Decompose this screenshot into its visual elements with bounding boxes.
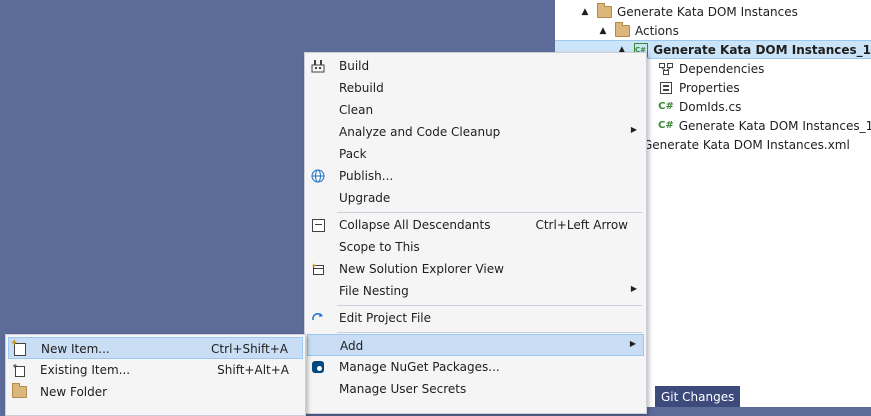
- menu-item-label: Upgrade: [339, 191, 391, 205]
- git-changes-tab[interactable]: Git Changes: [655, 386, 741, 407]
- menu-item-manage-nuget[interactable]: Manage NuGet Packages...: [307, 356, 644, 378]
- menu-item-upgrade[interactable]: Upgrade: [307, 187, 644, 209]
- tree-node-label: Generate Kata DOM Instances_1: [653, 42, 871, 57]
- menu-item-collapse-all[interactable]: Collapse All Descendants Ctrl+Left Arrow: [307, 214, 644, 236]
- tree-node-label: Dependencies: [679, 61, 765, 76]
- menu-item-label: Edit Project File: [339, 311, 432, 325]
- submenu-item-existing-item[interactable]: Existing Item... Shift+Alt+A: [8, 359, 303, 381]
- csharp-file-icon: C#: [658, 120, 674, 131]
- menu-item-edit-project-file[interactable]: Edit Project File: [307, 307, 644, 329]
- submenu-arrow-icon: ▶: [630, 125, 637, 134]
- menu-separator: [337, 305, 642, 306]
- new-folder-icon: [11, 383, 27, 400]
- menu-item-clean[interactable]: Clean: [307, 99, 644, 121]
- csharp-file-icon: C#: [658, 101, 674, 112]
- menu-item-label: File Nesting: [339, 284, 409, 298]
- menu-item-manage-user-secrets[interactable]: Manage User Secrets: [307, 378, 644, 400]
- context-menu: Build Rebuild Clean Analyze and Code Cle…: [304, 52, 647, 414]
- submenu-arrow-icon: ▶: [629, 339, 636, 348]
- menu-item-pack[interactable]: Pack: [307, 143, 644, 165]
- menu-item-label: Manage NuGet Packages...: [339, 360, 500, 374]
- expand-triangle-icon[interactable]: ▲: [580, 7, 590, 17]
- tree-node-label: DomIds.cs: [679, 99, 742, 114]
- menu-item-shortcut: Ctrl+Left Arrow: [535, 218, 628, 232]
- folder-icon: [614, 21, 630, 39]
- menu-item-label: New Folder: [40, 385, 108, 399]
- new-view-icon: ✦: [310, 261, 326, 277]
- submenu-item-new-folder[interactable]: New Folder: [8, 381, 303, 403]
- menu-item-label: Pack: [339, 147, 367, 161]
- submenu-arrow-icon: ▶: [630, 284, 637, 293]
- expand-triangle-icon[interactable]: ▲: [598, 26, 608, 36]
- menu-item-label: Analyze and Code Cleanup: [339, 125, 501, 139]
- menu-item-shortcut: Ctrl+Shift+A: [211, 342, 288, 356]
- menu-item-label: New Item...: [41, 342, 110, 356]
- tree-node-label: Actions: [635, 23, 679, 38]
- tree-node-actions-folder[interactable]: ▲ Actions: [555, 21, 871, 40]
- menu-item-rebuild[interactable]: Rebuild: [307, 77, 644, 99]
- menu-item-label: Add: [340, 339, 364, 353]
- new-item-icon: ✦: [10, 338, 28, 357]
- tree-node-generate-kata-dom-instances-folder[interactable]: ▲ Generate Kata DOM Instances: [555, 2, 871, 21]
- menu-item-publish[interactable]: Publish...: [307, 165, 644, 187]
- build-icon: [310, 58, 326, 74]
- folder-icon: [596, 2, 612, 20]
- tree-node-label: Properties: [679, 80, 740, 95]
- existing-item-icon: [11, 362, 27, 378]
- menu-item-label: Build: [339, 59, 370, 73]
- tree-node-label: Generate Kata DOM Instances_1.cs: [678, 118, 871, 133]
- menu-item-label: Clean: [339, 103, 374, 117]
- menu-item-scope-to-this[interactable]: Scope to This: [307, 236, 644, 258]
- menu-item-label: Existing Item...: [40, 363, 131, 377]
- menu-item-label: New Solution Explorer View: [339, 262, 504, 276]
- menu-separator: [337, 332, 642, 333]
- menu-item-shortcut: Shift+Alt+A: [217, 363, 289, 377]
- menu-item-analyze-code-cleanup[interactable]: Analyze and Code Cleanup ▶: [307, 121, 644, 143]
- menu-item-label: Publish...: [339, 169, 394, 183]
- menu-item-label: Collapse All Descendants: [339, 218, 491, 232]
- tree-node-label: Generate Kata DOM Instances.xml: [643, 137, 850, 152]
- edit-project-icon: [310, 310, 326, 326]
- dependencies-icon: [658, 61, 674, 77]
- menu-item-label: Manage User Secrets: [339, 382, 467, 396]
- tree-node-label: Generate Kata DOM Instances: [617, 4, 798, 19]
- menu-item-build[interactable]: Build: [307, 55, 644, 77]
- collapse-icon: [310, 217, 326, 233]
- menu-item-add[interactable]: Add ▶: [307, 334, 644, 356]
- properties-icon: [658, 80, 674, 96]
- menu-item-label: Rebuild: [339, 81, 384, 95]
- menu-item-file-nesting[interactable]: File Nesting ▶: [307, 280, 644, 302]
- add-submenu: ✦ New Item... Ctrl+Shift+A Existing Item…: [5, 334, 306, 416]
- globe-icon: [310, 168, 326, 184]
- svg-text:✦: ✦: [311, 262, 317, 270]
- submenu-item-new-item[interactable]: ✦ New Item... Ctrl+Shift+A: [8, 337, 303, 359]
- menu-item-label: Scope to This: [339, 240, 420, 254]
- menu-separator: [337, 212, 642, 213]
- menu-item-new-solution-explorer-view[interactable]: ✦ New Solution Explorer View: [307, 258, 644, 280]
- nuget-icon: [310, 359, 326, 375]
